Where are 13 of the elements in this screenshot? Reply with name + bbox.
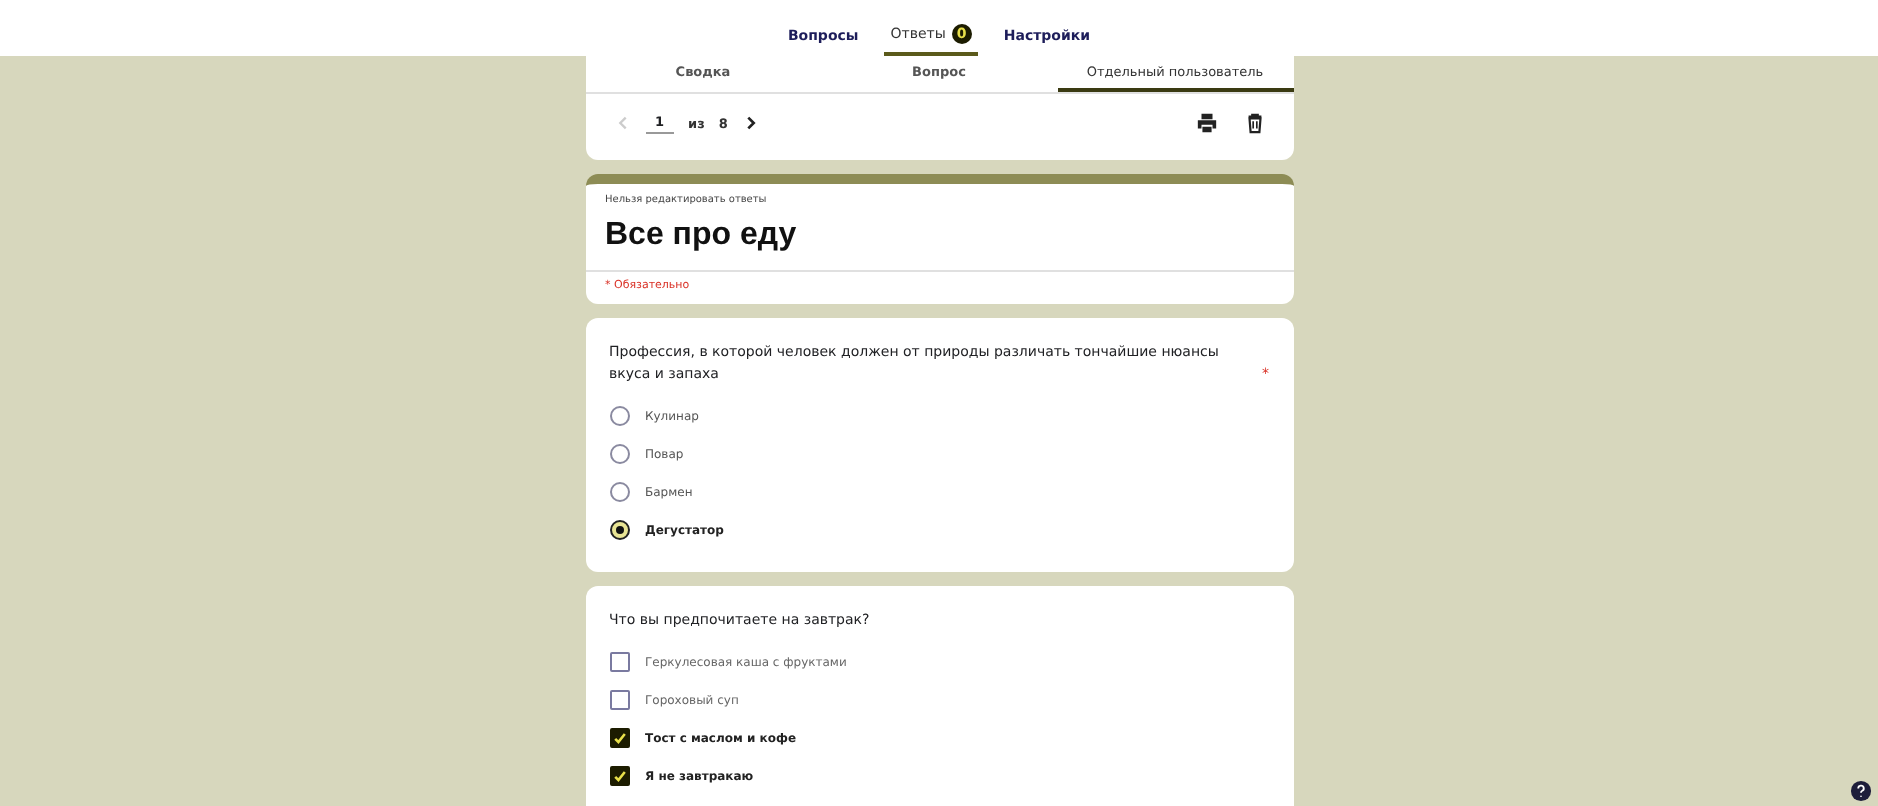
help-icon[interactable] [1850, 780, 1872, 802]
trash-icon[interactable] [1243, 112, 1265, 134]
radio-button[interactable] [609, 520, 629, 540]
checkbox[interactable] [609, 690, 629, 710]
radio-button[interactable] [609, 444, 629, 464]
chevron-right-icon[interactable] [741, 114, 760, 132]
radio-button[interactable] [609, 482, 629, 502]
checkbox[interactable] [609, 652, 629, 672]
radio-button[interactable] [609, 406, 629, 426]
printer-icon[interactable] [1195, 112, 1217, 134]
form-title: Все про еду [605, 218, 799, 254]
checkbox[interactable] [609, 766, 629, 786]
checkbox[interactable] [609, 728, 629, 748]
